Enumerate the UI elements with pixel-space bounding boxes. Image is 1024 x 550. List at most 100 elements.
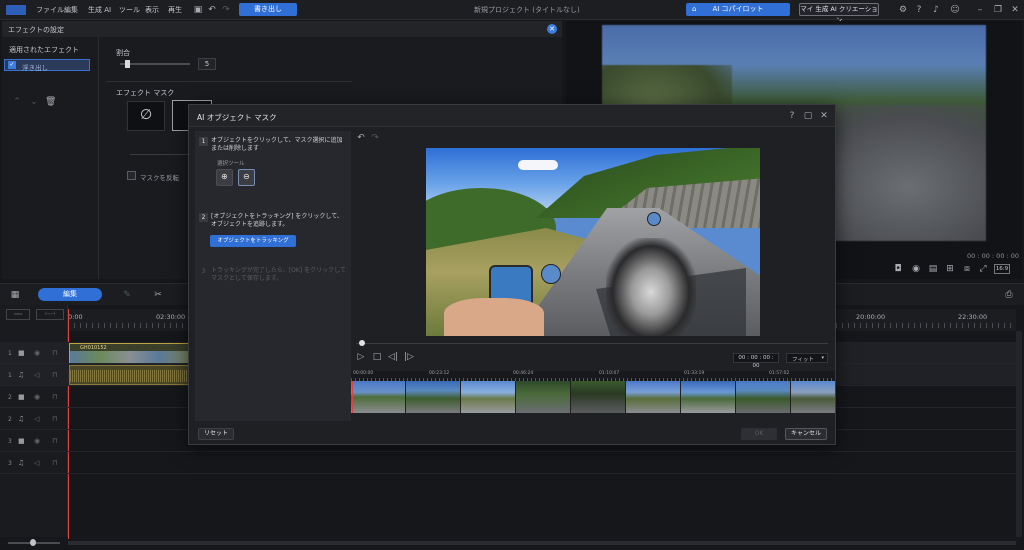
- close-dialog-icon[interactable]: ✕: [819, 111, 829, 121]
- effect-enabled-checkbox[interactable]: ✓: [8, 61, 16, 69]
- delete-icon[interactable]: 🗑: [45, 97, 56, 107]
- settings-icon[interactable]: ⚙: [898, 5, 908, 15]
- fullscreen-icon[interactable]: ⤢: [978, 264, 988, 274]
- ruler-label: 02:30:00: [156, 313, 186, 321]
- menu-play[interactable]: 再生: [168, 5, 182, 15]
- move-down-icon[interactable]: ⌄: [29, 97, 39, 107]
- grid-icon[interactable]: ⊞: [945, 264, 955, 274]
- lock-icon[interactable]: ⊓: [52, 437, 57, 445]
- scissors-icon[interactable]: ✂: [153, 290, 163, 300]
- add-selection-tool[interactable]: ⊕: [216, 169, 233, 186]
- effect-settings-title: エフェクトの設定: [8, 26, 64, 34]
- mask-preview-video[interactable]: [426, 148, 760, 336]
- timecode-display[interactable]: 00 : 00 : 00 : 00: [733, 353, 779, 369]
- timeline-view-icon[interactable]: ▦: [10, 290, 20, 300]
- account-icon[interactable]: ☺: [950, 5, 960, 15]
- export-button[interactable]: 書き出し: [239, 3, 297, 16]
- thumbnail: [681, 381, 735, 413]
- move-up-icon[interactable]: ⌃: [12, 97, 22, 107]
- invert-mask-checkbox[interactable]: [127, 171, 136, 180]
- step-1-number: 1: [199, 137, 208, 146]
- fit-timeline-button[interactable]: ▭▭: [6, 309, 30, 320]
- mask-undo-icon[interactable]: ↶: [356, 133, 366, 143]
- redo-icon[interactable]: ↷: [221, 5, 231, 15]
- step-2-number: 2: [199, 213, 208, 222]
- step-3-number: 3: [201, 268, 206, 275]
- menu-view[interactable]: 表示: [145, 5, 159, 15]
- strip-time: 00:23:12: [429, 371, 450, 376]
- strip-playhead[interactable]: [352, 381, 353, 413]
- visibility-icon[interactable]: ◉: [34, 393, 40, 401]
- ratio-value-input[interactable]: 5: [198, 58, 216, 70]
- ok-button[interactable]: OK: [741, 428, 777, 440]
- vertical-scrollbar[interactable]: [1016, 331, 1022, 537]
- minimize-icon[interactable]: –: [975, 5, 985, 15]
- track-mode-button[interactable]: ⊢ᵢ⊣: [36, 309, 64, 320]
- subtitle-icon[interactable]: ▤: [928, 264, 938, 274]
- zoom-dropdown[interactable]: フィット ▾: [786, 353, 828, 363]
- undo-icon[interactable]: ↶: [207, 5, 217, 15]
- safe-zone-icon[interactable]: ⧈: [962, 264, 972, 274]
- ratio-slider-handle[interactable]: [125, 60, 130, 68]
- menu-tools[interactable]: ツール: [119, 5, 140, 15]
- prev-frame-icon[interactable]: ◁|: [388, 352, 398, 362]
- cancel-button[interactable]: キャンセル: [785, 428, 827, 440]
- mirror-left: [541, 264, 561, 284]
- menu-gen-ai[interactable]: 生成 AI: [88, 5, 111, 15]
- copilot-icon: ⌂: [692, 5, 697, 13]
- effect-settings-header: エフェクトの設定 ✕: [2, 21, 562, 37]
- menu-edit[interactable]: 編集: [64, 5, 78, 15]
- dual-preview-icon[interactable]: ◉: [911, 264, 921, 274]
- volume-icon[interactable]: ◁: [34, 459, 39, 467]
- track-header-audio-3: 3 ♫ ◁ ⊓: [8, 459, 58, 467]
- visibility-icon[interactable]: ◉: [34, 437, 40, 445]
- ai-object-mask-dialog: AI オブジェクト マスク ? ▢ ✕ 1 オブジェクトをクリックして、マスク選…: [188, 104, 836, 445]
- volume-icon[interactable]: ◁: [34, 371, 39, 379]
- zoom-slider-handle[interactable]: [30, 539, 36, 546]
- app-logo: [6, 5, 26, 15]
- thumbnail-ruler[interactable]: 00:00:00 00:23:12 00:46:24 01:10:07 01:3…: [351, 371, 835, 381]
- ratio-slider[interactable]: [120, 63, 190, 65]
- audio-clip[interactable]: [69, 365, 189, 385]
- notification-icon[interactable]: ♪: [931, 5, 941, 15]
- remove-selection-tool[interactable]: ⊖: [238, 169, 255, 186]
- lock-icon[interactable]: ⊓: [52, 415, 57, 423]
- preview-scrub-handle[interactable]: [359, 340, 365, 346]
- play-icon[interactable]: ▷: [356, 352, 366, 362]
- ai-copilot-button[interactable]: ⌂ AI コパイロット: [686, 3, 790, 16]
- stop-icon[interactable]: □: [372, 352, 382, 362]
- thumbnail: [736, 381, 790, 413]
- aspect-ratio-button[interactable]: 16:9: [994, 264, 1010, 274]
- next-frame-icon[interactable]: |▷: [404, 352, 414, 362]
- my-ai-creations-button[interactable]: マイ 生成 AI クリエーション: [799, 3, 879, 24]
- preview-scrub-bar[interactable]: [356, 343, 828, 344]
- volume-icon[interactable]: ◁: [34, 415, 39, 423]
- reset-button[interactable]: リセット: [198, 428, 234, 440]
- lock-icon[interactable]: ⊓: [52, 459, 57, 467]
- help-icon[interactable]: ?: [914, 5, 924, 15]
- effect-list-item[interactable]: ✓ 浮き出し: [4, 59, 90, 72]
- mask-redo-icon[interactable]: ↷: [370, 133, 380, 143]
- mask-none-option[interactable]: ∅: [127, 101, 165, 131]
- timeline-clip[interactable]: GH010152: [69, 343, 189, 363]
- lock-icon[interactable]: ⊓: [52, 371, 57, 379]
- restore-icon[interactable]: ❐: [993, 5, 1003, 15]
- menu-file[interactable]: ファイル: [36, 5, 64, 15]
- close-panel-icon[interactable]: ✕: [547, 24, 557, 34]
- pen-icon[interactable]: ✎: [122, 290, 132, 300]
- save-icon[interactable]: ▣: [193, 5, 203, 15]
- maximize-icon[interactable]: ▢: [803, 111, 813, 121]
- lock-icon[interactable]: ⊓: [52, 393, 57, 401]
- thumbnail: [791, 381, 835, 413]
- help-circle-icon[interactable]: ?: [787, 111, 797, 121]
- horizontal-scrollbar[interactable]: [68, 541, 1016, 545]
- visibility-icon[interactable]: ◉: [34, 349, 40, 357]
- edit-tab[interactable]: 編集: [38, 288, 102, 301]
- track-object-button[interactable]: オブジェクトをトラッキング: [210, 235, 296, 247]
- invert-mask-label: マスクを反転: [140, 174, 179, 182]
- lock-icon[interactable]: ⊓: [52, 349, 57, 357]
- thumbnail-strip[interactable]: [351, 381, 835, 413]
- close-window-icon[interactable]: ✕: [1010, 5, 1020, 15]
- snapshot-icon[interactable]: ◘: [893, 264, 903, 274]
- printer-icon[interactable]: ⎙: [1004, 290, 1014, 300]
